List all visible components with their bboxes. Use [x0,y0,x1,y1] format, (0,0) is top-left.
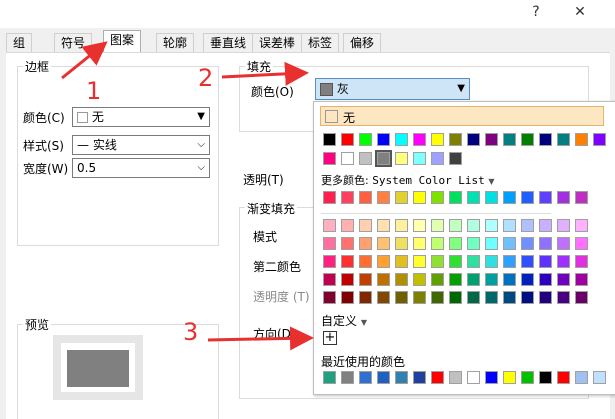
arrow-to-pattern-tab [61,41,108,80]
annotation-number-3: 3 [183,318,199,346]
arrow-to-fill-color [221,61,309,86]
annotation-number-2: 2 [198,64,214,92]
annotation-arrows [61,41,314,351]
arrow-to-add-button [207,326,314,351]
annotation-number-1: 1 [86,77,102,105]
